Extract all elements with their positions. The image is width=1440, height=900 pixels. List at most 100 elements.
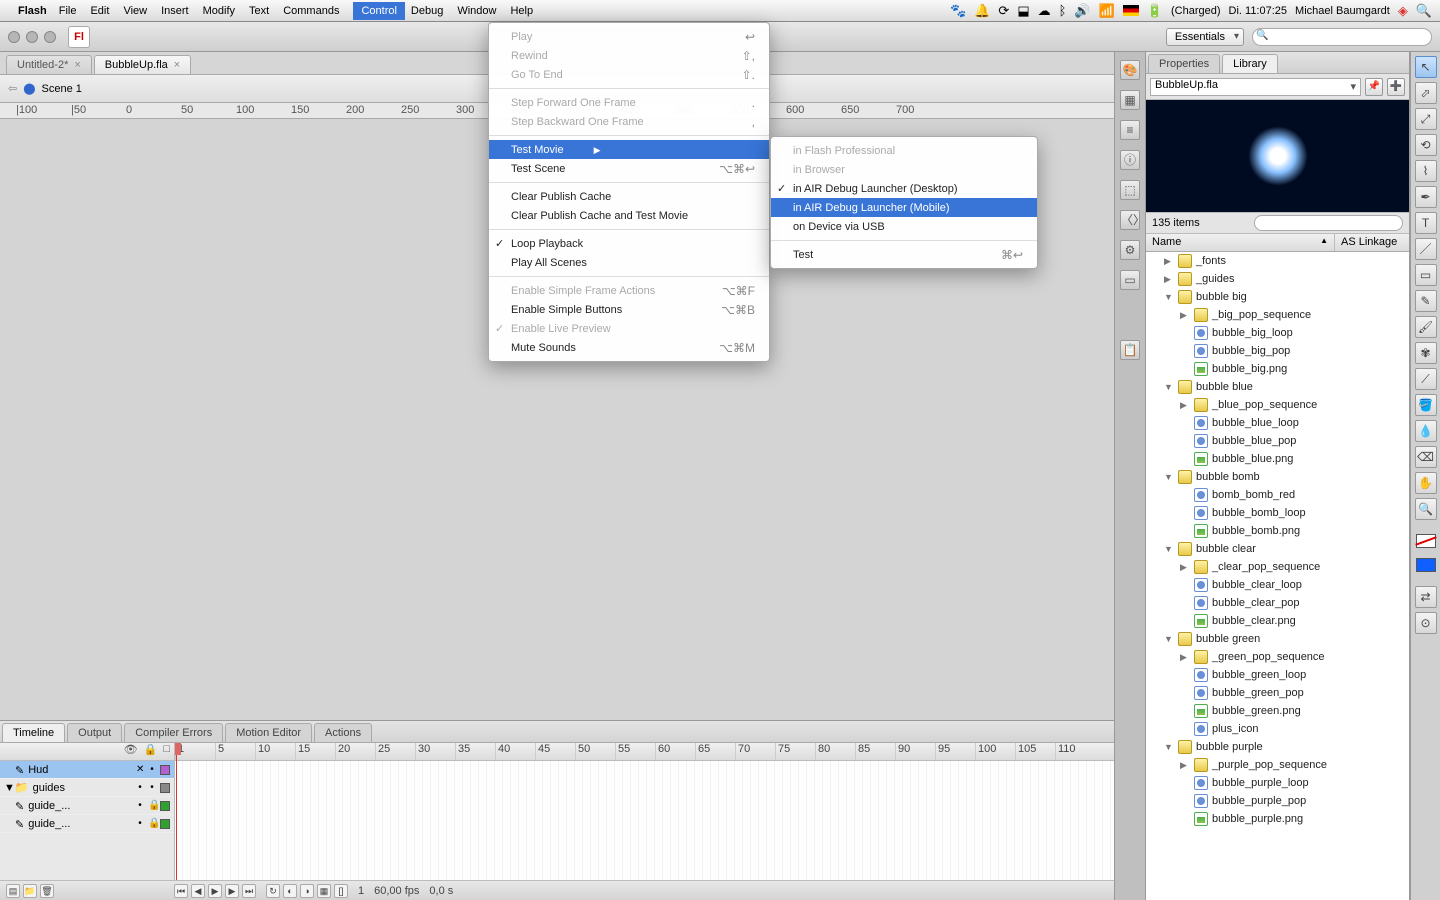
hand-tool-icon[interactable]: ✋ bbox=[1415, 472, 1437, 494]
snap-icon[interactable]: ⊙ bbox=[1415, 612, 1437, 634]
menubar-help[interactable]: Help bbox=[510, 5, 533, 17]
input-source-flag[interactable] bbox=[1123, 5, 1139, 17]
new-layer-icon[interactable]: ▤ bbox=[6, 884, 20, 898]
library-item[interactable]: bubble_clear_pop bbox=[1146, 594, 1409, 612]
library-tree[interactable]: ▶_fonts▶_guides▼bubble big▶_big_pop_sequ… bbox=[1146, 252, 1409, 900]
free-transform-tool-icon[interactable]: ⤢ bbox=[1415, 108, 1437, 130]
back-icon[interactable]: ⇦ bbox=[8, 82, 17, 95]
stroke-color-swatch[interactable] bbox=[1416, 534, 1436, 548]
cloud-icon[interactable]: ☁ bbox=[1038, 3, 1051, 19]
menubar-view[interactable]: View bbox=[123, 5, 147, 17]
menu-item[interactable]: in AIR Debug Launcher (Mobile) bbox=[771, 198, 1037, 217]
bluetooth-icon[interactable]: ᛒ bbox=[1059, 3, 1067, 18]
menubar-modify[interactable]: Modify bbox=[203, 5, 235, 17]
library-item[interactable]: bubble_clear.png bbox=[1146, 612, 1409, 630]
frames-area[interactable]: 1510152025303540455055606570758085909510… bbox=[175, 743, 1146, 880]
library-item[interactable]: bubble_bomb.png bbox=[1146, 522, 1409, 540]
fill-color-swatch[interactable] bbox=[1416, 558, 1436, 572]
rectangle-tool-icon[interactable]: ▭ bbox=[1415, 264, 1437, 286]
library-item[interactable]: bubble_purple_loop bbox=[1146, 774, 1409, 792]
menubar-text[interactable]: Text bbox=[249, 5, 269, 17]
menu-item[interactable]: Clear Publish Cache and Test Movie bbox=[489, 206, 769, 225]
menubar-debug[interactable]: Debug bbox=[411, 5, 443, 17]
text-tool-icon[interactable]: T bbox=[1415, 212, 1437, 234]
menu-item[interactable]: ✓in AIR Debug Launcher (Desktop) bbox=[771, 179, 1037, 198]
last-frame-icon[interactable]: ⏭ bbox=[242, 884, 256, 898]
menubar-edit[interactable]: Edit bbox=[90, 5, 109, 17]
bottom-tab[interactable]: Actions bbox=[314, 723, 372, 742]
eyedropper-tool-icon[interactable]: 💧 bbox=[1415, 420, 1437, 442]
library-item[interactable]: ▶_clear_pop_sequence bbox=[1146, 558, 1409, 576]
document-tab[interactable]: BubbleUp.fla × bbox=[94, 55, 191, 74]
marker-icon[interactable]: [] bbox=[334, 884, 348, 898]
library-item[interactable]: ▶_green_pop_sequence bbox=[1146, 648, 1409, 666]
menu-item[interactable]: Mute Sounds⌥⌘M bbox=[489, 338, 769, 357]
pencil-tool-icon[interactable]: ✎ bbox=[1415, 290, 1437, 312]
brush-tool-icon[interactable]: 🖌 bbox=[1415, 316, 1437, 338]
project-panel-icon[interactable]: 📋 bbox=[1120, 340, 1140, 360]
new-library-icon[interactable]: ➕ bbox=[1387, 78, 1405, 96]
visibility-icon[interactable]: 👁 bbox=[124, 743, 138, 760]
lasso-tool-icon[interactable]: ⌇ bbox=[1415, 160, 1437, 182]
library-item[interactable]: plus_icon bbox=[1146, 720, 1409, 738]
library-col-linkage[interactable]: AS Linkage bbox=[1335, 234, 1409, 251]
pen-tool-icon[interactable]: ✒ bbox=[1415, 186, 1437, 208]
help-search-input[interactable] bbox=[1252, 28, 1432, 46]
layer-row[interactable]: ✎Hud✕• bbox=[0, 761, 174, 779]
bone-tool-icon[interactable]: ⟋ bbox=[1415, 368, 1437, 390]
battery-icon[interactable]: 🔋 bbox=[1147, 3, 1163, 19]
first-frame-icon[interactable]: ⏮ bbox=[174, 884, 188, 898]
selection-tool-icon[interactable]: ↖ bbox=[1415, 56, 1437, 78]
menubar-commands[interactable]: Commands bbox=[283, 5, 339, 17]
menu-item[interactable]: Test Movie bbox=[489, 140, 769, 159]
menubar-app-name[interactable]: Flash bbox=[18, 5, 47, 17]
menubar-control[interactable]: Control bbox=[353, 2, 404, 20]
3d-rotation-tool-icon[interactable]: ⟲ bbox=[1415, 134, 1437, 156]
components-panel-icon[interactable]: ⚙ bbox=[1120, 240, 1140, 260]
info-panel-icon[interactable]: ⓘ bbox=[1120, 150, 1140, 170]
close-icon[interactable]: × bbox=[74, 59, 80, 71]
menubar-file[interactable]: File bbox=[59, 5, 77, 17]
library-item[interactable]: bubble_purple.png bbox=[1146, 810, 1409, 828]
new-folder-icon[interactable]: 📁 bbox=[23, 884, 37, 898]
layer-row[interactable]: ✎guide_...•🔒 bbox=[0, 815, 174, 833]
library-item[interactable]: bubble_blue_pop bbox=[1146, 432, 1409, 450]
frames-ruler[interactable]: 1510152025303540455055606570758085909510… bbox=[175, 743, 1146, 761]
library-item[interactable]: ▼bubble clear bbox=[1146, 540, 1409, 558]
menu-item[interactable]: Clear Publish Cache bbox=[489, 187, 769, 206]
prev-frame-icon[interactable]: ◀ bbox=[191, 884, 205, 898]
menu-item[interactable]: Test⌘↩ bbox=[771, 245, 1037, 264]
menubar-clock[interactable]: Di. 11:07:25 bbox=[1229, 5, 1288, 17]
library-item[interactable]: bubble_green_loop bbox=[1146, 666, 1409, 684]
library-item[interactable]: ▼bubble bomb bbox=[1146, 468, 1409, 486]
notifications-icon[interactable]: 🔔 bbox=[974, 3, 990, 19]
onion-outline-icon[interactable]: ◑ bbox=[300, 884, 314, 898]
library-item[interactable]: ▼bubble green bbox=[1146, 630, 1409, 648]
library-item[interactable]: ▼bubble big bbox=[1146, 288, 1409, 306]
bottom-tab[interactable]: Motion Editor bbox=[225, 723, 312, 742]
library-item[interactable]: ▶_fonts bbox=[1146, 252, 1409, 270]
layer-row[interactable]: ✎guide_...•🔒 bbox=[0, 797, 174, 815]
panel-tab-properties[interactable]: Properties bbox=[1148, 54, 1220, 73]
playhead[interactable] bbox=[176, 743, 177, 880]
panel-tab-library[interactable]: Library bbox=[1222, 54, 1278, 73]
align-panel-icon[interactable]: ≡ bbox=[1120, 120, 1140, 140]
bottom-tab[interactable]: Output bbox=[67, 723, 122, 742]
zoom-tool-icon[interactable]: 🔍 bbox=[1415, 498, 1437, 520]
scene-name[interactable]: Scene 1 bbox=[42, 83, 82, 95]
outline-icon[interactable]: □ bbox=[163, 743, 170, 760]
menu-item[interactable]: Test Scene⌥⌘↩ bbox=[489, 159, 769, 178]
library-item[interactable]: bubble_bomb_loop bbox=[1146, 504, 1409, 522]
sync-icon[interactable]: ⟳ bbox=[998, 3, 1009, 19]
deco-tool-icon[interactable]: ✾ bbox=[1415, 342, 1437, 364]
bottom-tab[interactable]: Compiler Errors bbox=[124, 723, 223, 742]
menu-item[interactable]: Enable Simple Buttons⌥⌘B bbox=[489, 300, 769, 319]
library-item[interactable]: bubble_big_pop bbox=[1146, 342, 1409, 360]
next-frame-icon[interactable]: ▶ bbox=[225, 884, 239, 898]
color-panel-icon[interactable]: 🎨 bbox=[1120, 60, 1140, 80]
paint-bucket-tool-icon[interactable]: 🪣 bbox=[1415, 394, 1437, 416]
subselection-tool-icon[interactable]: ⬀ bbox=[1415, 82, 1437, 104]
library-item[interactable]: bomb_bomb_red bbox=[1146, 486, 1409, 504]
library-item[interactable]: ▶_big_pop_sequence bbox=[1146, 306, 1409, 324]
spotlight-icon[interactable]: 🔍 bbox=[1416, 3, 1432, 19]
